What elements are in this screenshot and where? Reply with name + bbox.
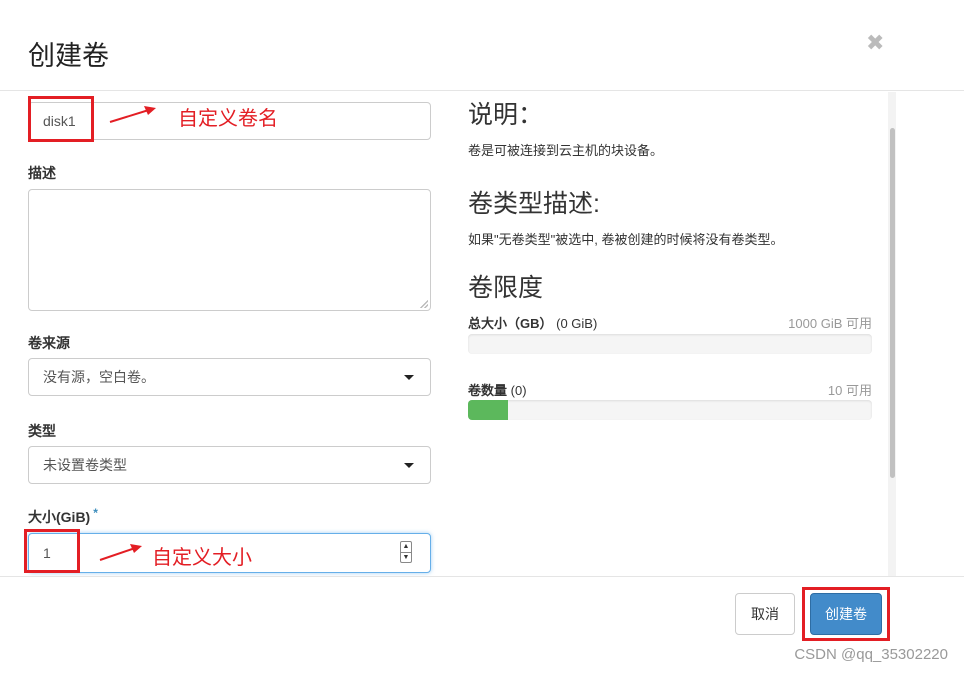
stepper-arrows[interactable]: ▲ ▼ — [400, 541, 412, 563]
type-select[interactable]: 未设置卷类型 — [28, 446, 431, 484]
description-text: 卷是可被连接到云主机的块设备。 — [468, 143, 664, 158]
resize-grip-icon[interactable] — [420, 300, 428, 308]
header-divider — [0, 90, 964, 91]
volume-count-stat: 卷数量 (0) — [468, 383, 527, 398]
total-size-bar — [468, 334, 872, 354]
volume-count-bar-fill — [468, 400, 509, 420]
create-volume-button[interactable]: 创建卷 — [810, 593, 882, 635]
description-label: 描述 — [28, 165, 56, 181]
type-label: 类型 — [28, 423, 56, 439]
size-label: 大小(GiB) * — [28, 506, 98, 525]
chevron-down-icon — [404, 463, 414, 468]
arrow-icon — [109, 106, 156, 123]
volume-count-available: 10 可用 — [827, 383, 872, 398]
total-size-stat: 总大小（GB） (0 GiB) — [468, 316, 598, 331]
volume-name-value: disk1 — [43, 113, 76, 129]
footer-divider — [0, 576, 964, 577]
dialog-title: 创建卷 — [28, 41, 109, 71]
stepper-down-icon[interactable]: ▼ — [401, 551, 411, 563]
source-label: 卷来源 — [28, 335, 70, 351]
source-select[interactable]: 没有源，空白卷。 — [28, 358, 431, 396]
size-annotation: 自定义大小 — [152, 547, 252, 569]
volume-type-heading: 卷类型描述: — [468, 190, 600, 218]
type-value: 未设置卷类型 — [43, 457, 127, 473]
source-value: 没有源，空白卷。 — [43, 369, 155, 385]
volume-type-text: 如果"无卷类型"被选中, 卷被创建的时候将没有卷类型。 — [468, 232, 784, 247]
total-size-available: 1000 GiB 可用 — [788, 316, 872, 331]
limits-heading: 卷限度 — [468, 274, 544, 302]
arrow-icon — [99, 544, 142, 561]
volume-count-bar — [468, 400, 872, 420]
required-marker: * — [93, 506, 98, 520]
name-annotation: 自定义卷名 — [178, 108, 278, 130]
size-value: 1 — [43, 545, 51, 561]
chevron-down-icon — [404, 375, 414, 380]
description-textarea[interactable] — [28, 189, 431, 311]
cancel-button[interactable]: 取消 — [735, 593, 795, 635]
stepper-up-icon[interactable]: ▲ — [401, 542, 411, 552]
description-heading: 说明： — [468, 101, 544, 129]
watermark: CSDN @qq_35302220 — [794, 646, 948, 663]
close-icon[interactable]: ✖ — [866, 30, 884, 56]
scrollbar-thumb[interactable] — [890, 128, 895, 478]
